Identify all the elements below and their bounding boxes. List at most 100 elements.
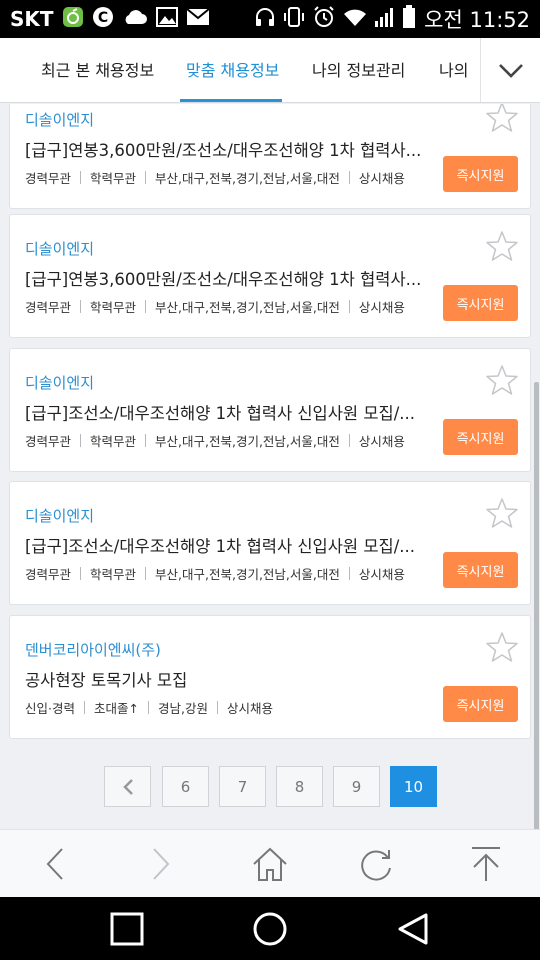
- cloud-icon: [122, 7, 148, 31]
- tab-recent-jobs[interactable]: 최근 본 채용정보: [41, 38, 154, 102]
- tab-matched-jobs[interactable]: 맞춤 채용정보: [186, 38, 279, 102]
- company-name[interactable]: 디솔이엔지: [25, 238, 94, 259]
- company-name[interactable]: 덴버코리아이엔씨(주): [25, 639, 161, 660]
- meta-location: 부산,대구,전북,경기,전남,서울,대전: [155, 300, 340, 315]
- apply-button[interactable]: 즉시지원: [443, 686, 518, 722]
- system-home-button[interactable]: [230, 897, 310, 960]
- job-meta: 신입·경력 초대졸↑ 경남,강원 상시채용: [25, 698, 273, 717]
- browser-toolbar: [0, 829, 540, 897]
- job-list: 디솔이엔지 [급구]연봉3,600만원/조선소/대우조선해양 1차 협력사...…: [0, 104, 540, 829]
- wifi-icon: [342, 6, 368, 33]
- meta-deadline: 상시채용: [358, 171, 405, 186]
- recents-button[interactable]: [87, 897, 167, 960]
- star-icon[interactable]: [485, 229, 519, 263]
- page-button-9[interactable]: 9: [333, 766, 380, 807]
- company-name[interactable]: 디솔이엔지: [25, 372, 94, 393]
- scroll-top-button[interactable]: [456, 830, 516, 898]
- meta-career: 경력무관: [25, 434, 72, 449]
- browser-refresh-button[interactable]: [346, 830, 406, 898]
- company-name[interactable]: 디솔이엔지: [25, 109, 94, 130]
- browser-forward-button[interactable]: [131, 830, 191, 898]
- hangouts-icon: [62, 6, 84, 32]
- prev-page-button[interactable]: [104, 766, 151, 807]
- headphones-icon: [254, 6, 276, 33]
- star-icon[interactable]: [485, 363, 519, 397]
- apply-button[interactable]: 즉시지원: [443, 285, 518, 321]
- browser-home-button[interactable]: [240, 830, 300, 898]
- carrier-label: SKT: [10, 7, 54, 31]
- alarm-icon: [312, 5, 336, 34]
- job-card[interactable]: 디솔이엔지 [급구]조선소/대우조선해양 1차 협력사 신입사원 모집/... …: [9, 481, 531, 605]
- chevron-down-icon: [498, 63, 523, 78]
- apply-button[interactable]: 즉시지원: [443, 552, 518, 588]
- signal-icon: [374, 6, 396, 33]
- recents-icon: [110, 912, 144, 945]
- meta-career: 경력무관: [25, 171, 72, 186]
- job-title[interactable]: 공사현장 토목기사 모집: [25, 667, 435, 691]
- star-icon[interactable]: [485, 630, 519, 664]
- back-icon: [46, 848, 63, 880]
- page-button-7[interactable]: 7: [219, 766, 266, 807]
- tab-my-more[interactable]: 나의: [439, 38, 468, 102]
- job-card[interactable]: 덴버코리아이엔씨(주) 공사현장 토목기사 모집 신입·경력 초대졸↑ 경남,강…: [9, 615, 531, 739]
- system-nav-bar: [0, 897, 540, 960]
- job-card[interactable]: 디솔이엔지 [급구]연봉3,600만원/조선소/대우조선해양 1차 협력사...…: [9, 104, 531, 209]
- meta-career: 경력무관: [25, 300, 72, 315]
- job-title[interactable]: [급구]조선소/대우조선해양 1차 협력사 신입사원 모집/...: [25, 533, 435, 557]
- star-icon[interactable]: [485, 104, 519, 134]
- meta-deadline: 상시채용: [358, 300, 405, 315]
- job-title[interactable]: [급구]연봉3,600만원/조선소/대우조선해양 1차 협력사...: [25, 137, 435, 161]
- home-icon: [253, 847, 287, 881]
- company-name[interactable]: 디솔이엔지: [25, 505, 94, 526]
- meta-location: 부산,대구,전북,경기,전남,서울,대전: [155, 171, 340, 186]
- meta-education: 학력무관: [90, 434, 137, 449]
- meta-location: 부산,대구,전북,경기,전남,서울,대전: [155, 567, 340, 582]
- meta-education: 학력무관: [90, 171, 137, 186]
- mail-icon: [185, 8, 210, 30]
- page-button-8[interactable]: 8: [276, 766, 323, 807]
- status-bar: SKT C 오전 11:52: [0, 0, 540, 38]
- job-card[interactable]: 디솔이엔지 [급구]조선소/대우조선해양 1차 협력사 신입사원 모집/... …: [9, 348, 531, 472]
- refresh-icon: [361, 850, 391, 881]
- browser-back-button[interactable]: [25, 830, 85, 898]
- c-app-icon: C: [92, 6, 114, 32]
- svg-text:C: C: [97, 10, 107, 26]
- tab-expand-button[interactable]: [480, 38, 540, 102]
- job-meta: 경력무관 학력무관 부산,대구,전북,경기,전남,서울,대전 상시채용: [25, 297, 405, 316]
- meta-deadline: 상시채용: [358, 567, 405, 582]
- home-circle-icon: [253, 912, 287, 945]
- meta-career: 신입·경력: [25, 701, 75, 716]
- meta-deadline: 상시채용: [358, 434, 405, 449]
- job-meta: 경력무관 학력무관 부산,대구,전북,경기,전남,서울,대전 상시채용: [25, 168, 405, 187]
- meta-deadline: 상시채용: [226, 701, 273, 716]
- job-title[interactable]: [급구]조선소/대우조선해양 1차 협력사 신입사원 모집/...: [25, 400, 435, 424]
- meta-education: 학력무관: [90, 300, 137, 315]
- meta-education: 초대졸↑: [93, 701, 139, 716]
- tab-bar: 최근 본 채용정보 맞춤 채용정보 나의 정보관리 나의: [0, 38, 540, 103]
- battery-icon: [402, 4, 416, 34]
- job-title[interactable]: [급구]연봉3,600만원/조선소/대우조선해양 1차 협력사...: [25, 266, 435, 290]
- system-back-button[interactable]: [373, 897, 453, 960]
- active-tab-indicator: [180, 99, 282, 102]
- meta-career: 경력무관: [25, 567, 72, 582]
- meta-location: 부산,대구,전북,경기,전남,서울,대전: [155, 434, 340, 449]
- meta-education: 학력무관: [90, 567, 137, 582]
- star-icon[interactable]: [485, 496, 519, 530]
- job-meta: 경력무관 학력무관 부산,대구,전북,경기,전남,서울,대전 상시채용: [25, 564, 405, 583]
- image-icon: [155, 7, 178, 31]
- back-triangle-icon: [398, 913, 428, 944]
- job-meta: 경력무관 학력무관 부산,대구,전북,경기,전남,서울,대전 상시채용: [25, 431, 405, 450]
- apply-button[interactable]: 즉시지원: [443, 419, 518, 455]
- tab-my-info[interactable]: 나의 정보관리: [312, 38, 405, 102]
- scrollbar[interactable]: [534, 382, 539, 829]
- page-button-10-current[interactable]: 10: [390, 766, 437, 807]
- apply-button[interactable]: 즉시지원: [443, 156, 518, 192]
- job-card[interactable]: 디솔이엔지 [급구]연봉3,600만원/조선소/대우조선해양 1차 협력사...…: [9, 214, 531, 338]
- vibrate-icon: [282, 6, 306, 33]
- chevron-left-icon: [122, 778, 133, 795]
- page-button-6[interactable]: 6: [162, 766, 209, 807]
- scroll-top-icon: [472, 847, 500, 881]
- forward-icon: [153, 848, 170, 880]
- clock: 오전 11:52: [424, 8, 530, 32]
- meta-location: 경남,강원: [157, 701, 208, 716]
